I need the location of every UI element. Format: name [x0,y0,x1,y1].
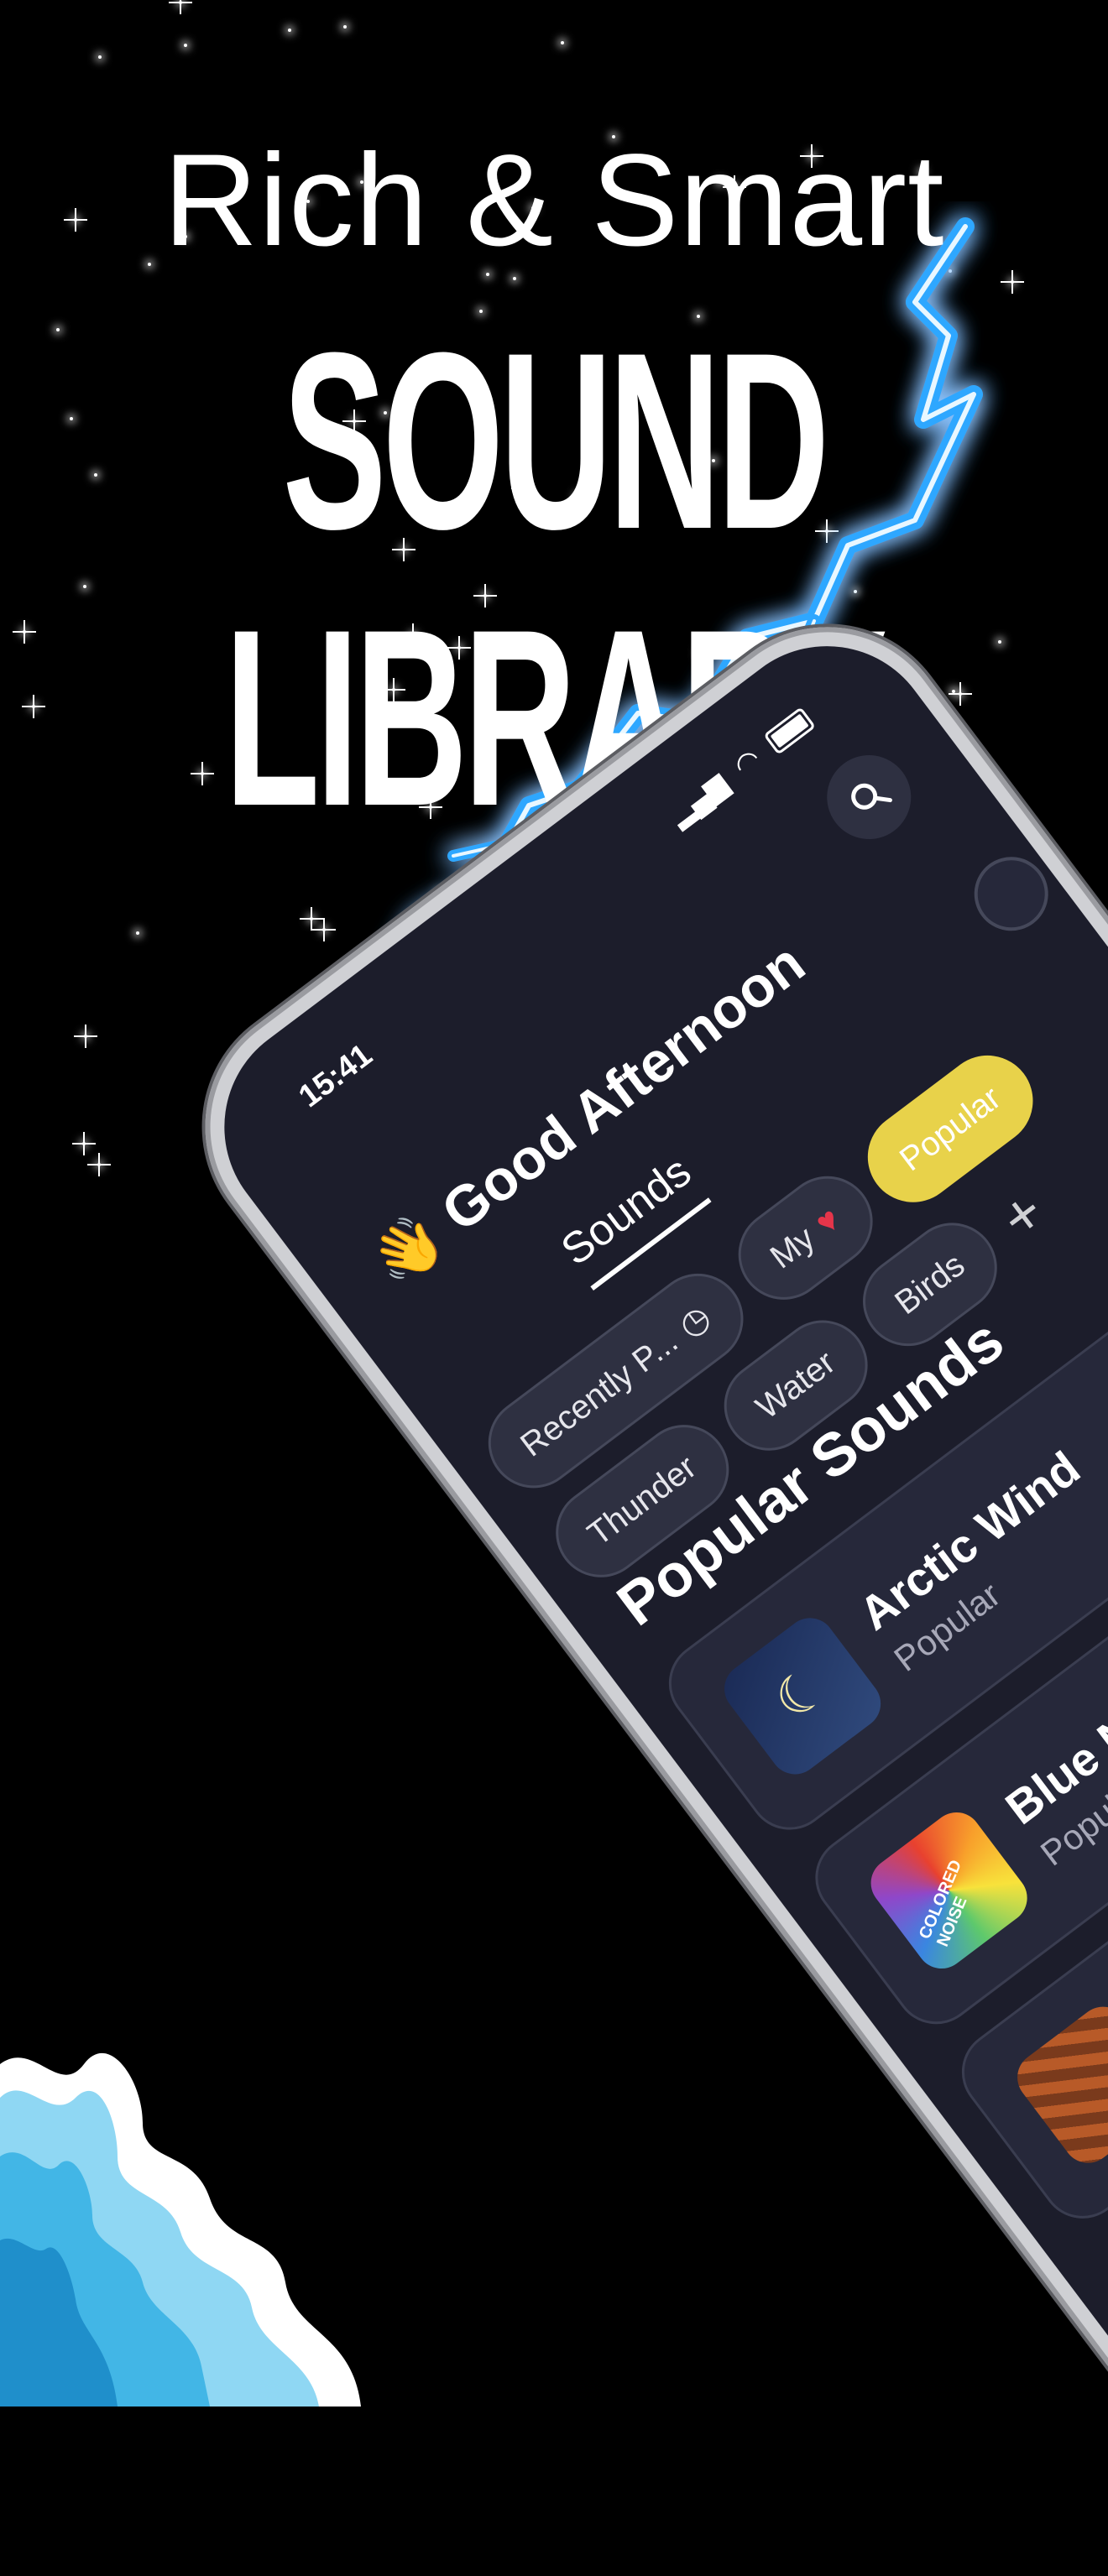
status-time: 15:41 [292,1037,379,1115]
chip-label: My [763,1218,822,1276]
battery-icon [763,707,817,755]
star-icon [94,473,97,477]
sound-thumbnail [714,1608,891,1785]
chip-label: Popular [892,1078,1008,1178]
clock-icon: ◷ [672,1297,718,1345]
thumbnail-text: COLORED NOISE [915,1857,971,1950]
water-wave-illustration [0,2052,361,2407]
waving-hand-icon: 👋 [359,1202,456,1297]
add-category-button[interactable]: + [988,1176,1058,1253]
star-icon [56,328,60,331]
star-icon [82,1142,86,1145]
star-icon [98,55,102,59]
star-icon [201,772,204,775]
star-icon [83,585,86,588]
star-icon [288,29,291,32]
star-icon [343,25,347,29]
star-icon [84,1035,87,1038]
sound-thumbnail [1007,1996,1108,2173]
star-icon [561,41,564,44]
chip-label: Birds [888,1246,972,1322]
headline-line-1: Rich & Smart [163,128,945,274]
star-icon [32,705,35,708]
headline-line-2: SOUND [282,300,830,581]
search-button[interactable] [810,738,928,857]
star-icon [184,44,187,47]
star-icon [136,931,139,935]
star-icon [23,630,26,634]
profile-button[interactable] [959,842,1064,946]
star-icon [179,1,182,4]
signal-icon: ▂▄▆ [663,767,734,832]
sound-thumbnail: COLORED NOISE [860,1802,1037,1979]
search-icon [851,783,892,810]
wifi-icon: ◠ [728,742,767,783]
heart-icon: ♥ [808,1200,847,1242]
star-icon [97,1163,101,1166]
star-icon [70,417,73,420]
status-icons: ▂▄▆ ◠ [663,703,818,832]
